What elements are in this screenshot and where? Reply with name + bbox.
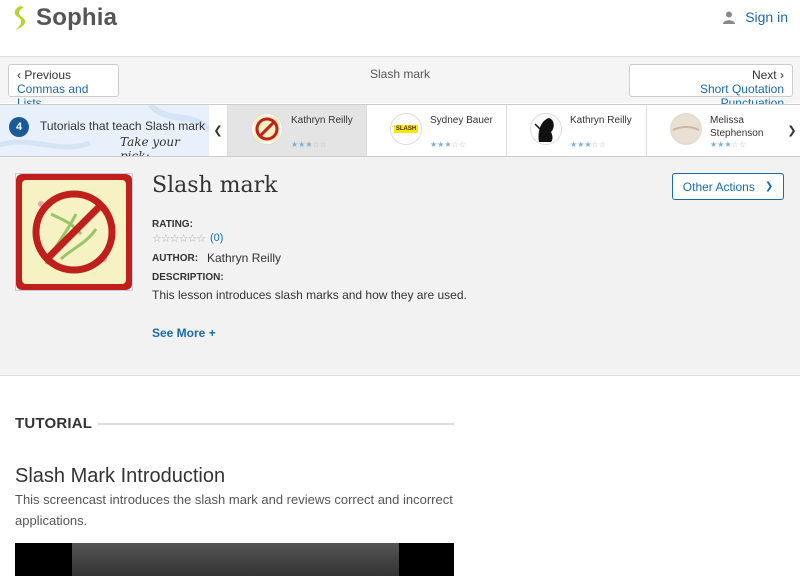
slash-lesson-image [16,174,132,290]
lesson-nav: ‹ Previous Commas and Lists Slash mark N… [0,57,800,110]
section-divider [98,423,454,425]
chevron-down-icon: ❯ [764,181,774,192]
card-stars: ★★★☆☆ [570,140,606,149]
next-label: Next [751,68,777,82]
rating-label: RATING: [152,219,193,230]
tutorial-card[interactable]: Melissa Stephenson ★★★☆☆ [646,105,786,156]
user-icon [723,11,736,24]
card-author: Melissa Stephenson [710,115,764,139]
logo-text: Sophia [36,4,118,31]
next-button[interactable]: Next › Short Quotation Punctuation [629,64,793,110]
card-stars: ★★★☆☆ [291,140,327,149]
tutorial-title: Slash Mark Introduction [15,465,226,487]
rating-stars[interactable]: ☆☆☆☆☆☆ [152,232,206,245]
slash-thumbnail-text: SLASH [393,125,419,133]
card-author: Kathryn Reilly [570,115,632,126]
take-your-pick-text: Take your pick: [120,135,180,156]
other-actions-button[interactable]: Other Actions ❯ [672,173,784,200]
sign-in-label: Sign in [745,9,788,25]
lesson-image [15,173,133,291]
strip-intro: 4 Tutorials that teach Slash mark Take y… [0,105,209,156]
tutorial-section-heading: TUTORIAL [15,415,93,432]
strip-label: Tutorials that teach Slash mark [40,119,205,133]
tutorial-card[interactable]: Kathryn Reilly ★★★☆☆ [227,105,367,156]
card-stars: ★★★☆☆ [430,140,466,149]
slash-thumbnail-icon [254,116,280,142]
sign-in-link[interactable]: Sign in [723,9,788,25]
tutorial-count-badge: 4 [9,117,29,137]
card-author: Kathryn Reilly [291,115,353,126]
lesson-info: Slash mark Other Actions ❯ RATING: ☆☆☆☆☆… [0,157,800,376]
chevron-right-icon: › [780,68,784,82]
lesson-description: This lesson introduces slash marks and h… [152,288,467,302]
tutorial-strip: 4 Tutorials that teach Slash mark Take y… [0,104,800,157]
chevron-right-icon: ❯ [787,125,797,137]
rating-count[interactable]: (0) [210,232,223,244]
description-label: DESCRIPTION: [152,272,224,283]
card-stars: ★★★☆☆ [710,140,746,149]
lesson-title: Slash mark [152,173,278,198]
card-author: Sydney Bauer [430,115,493,126]
card-thumbnail: SLASH [390,113,422,145]
strip-scroll-right-button[interactable]: ❯ [784,105,800,156]
see-more-link[interactable]: See More + [152,326,216,340]
card-thumbnail [251,113,283,145]
video-frame [72,543,399,576]
card-thumbnail [670,113,702,145]
chevron-left-icon: ❮ [213,125,223,137]
card-thumbnail [530,113,562,145]
sophia-logo-icon [14,6,26,30]
sophia-logo[interactable]: Sophia [10,4,117,32]
video-player[interactable] [15,543,454,576]
strip-scroll-left-button[interactable]: ❮ [209,105,227,156]
site-header: Sophia Sign in [0,0,800,57]
avatar-thumbnail-icon [672,115,700,143]
silhouette-thumbnail-icon [534,118,554,142]
tutorial-card[interactable]: SLASH Sydney Bauer ★★★☆☆ [366,105,506,156]
tutorial-description: This screencast introduces the slash mar… [15,492,453,528]
tutorial-card[interactable]: Kathryn Reilly ★★★☆☆ [506,105,646,156]
author-label: AUTHOR: [152,253,199,264]
other-actions-label: Other Actions [682,179,755,194]
author-name: Kathryn Reilly [207,251,282,265]
